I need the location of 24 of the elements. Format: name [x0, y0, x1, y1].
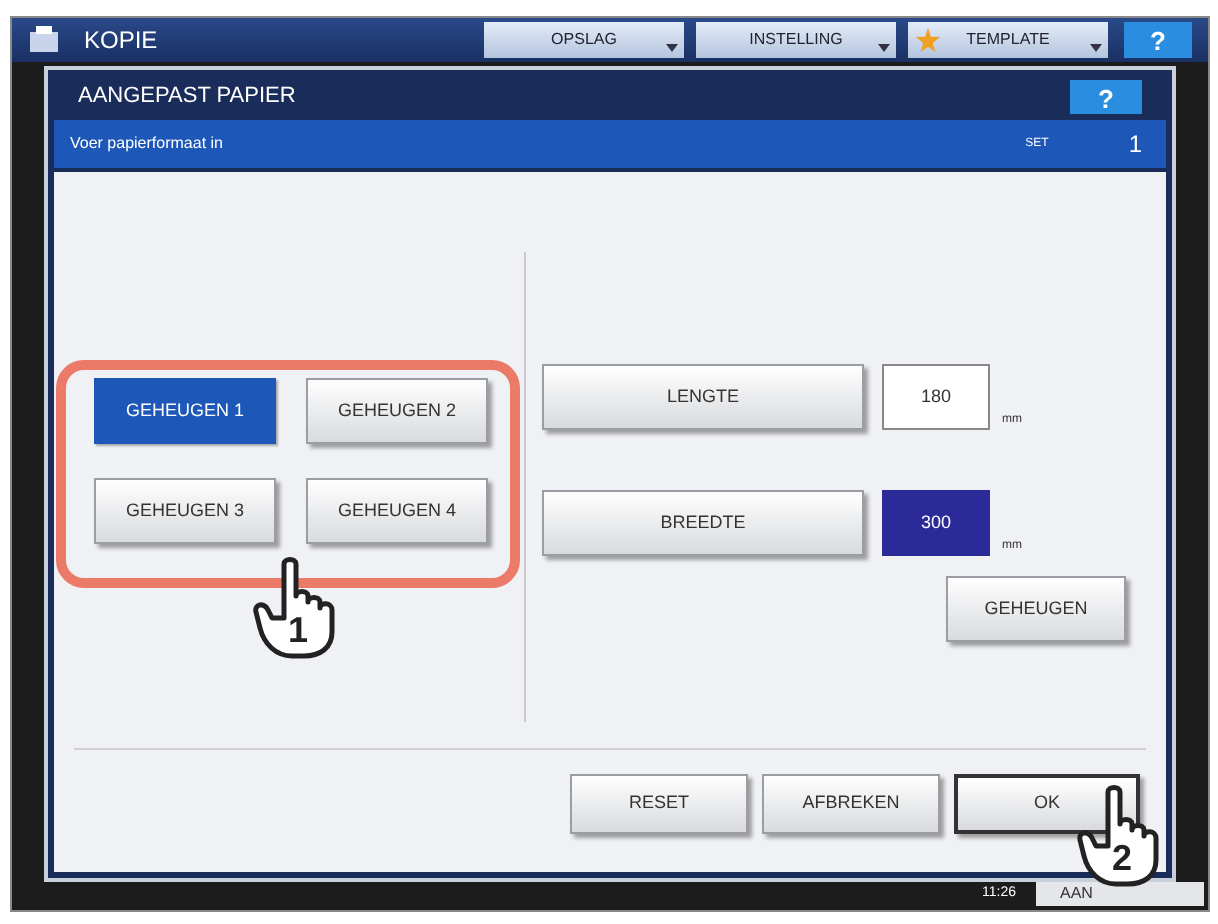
screen-title: KOPIE — [84, 24, 160, 58]
memory-button[interactable]: GEHEUGEN 3 — [94, 478, 276, 544]
step-number: 1 — [288, 612, 309, 648]
menu-tab[interactable]: INSTELLING — [696, 22, 896, 58]
dimension-button[interactable]: LENGTE — [542, 364, 864, 430]
action-button[interactable]: OK — [954, 774, 1140, 834]
help-button[interactable]: ? — [1070, 79, 1142, 113]
menu-tab[interactable]: TEMPLATE — [908, 22, 1108, 58]
menu-tab[interactable]: OPSLAG — [484, 22, 684, 58]
status-button[interactable]: AAN — [1036, 882, 1204, 906]
action-button[interactable]: RESET — [570, 774, 748, 834]
dialog-title: AANGEPAST PAPIER — [78, 81, 296, 112]
memory-button[interactable]: GEHEUGEN 4 — [306, 478, 488, 544]
memory-button[interactable]: GEHEUGEN 1 — [94, 378, 276, 444]
memory-button[interactable]: GEHEUGEN 2 — [306, 378, 488, 444]
action-button[interactable]: AFBREKEN — [762, 774, 940, 834]
dimension-value-field[interactable]: 180 — [882, 364, 990, 430]
instruction-text: Voer papierformaat in — [70, 132, 223, 156]
dimension-button[interactable]: BREEDTE — [542, 490, 864, 556]
help-button[interactable]: ? — [1124, 22, 1192, 58]
set-value: 1 — [1128, 128, 1142, 162]
step-number: 2 — [1112, 840, 1133, 876]
dimension-value-field[interactable]: 300 — [882, 490, 990, 556]
memory-save-button[interactable]: GEHEUGEN — [946, 576, 1126, 642]
